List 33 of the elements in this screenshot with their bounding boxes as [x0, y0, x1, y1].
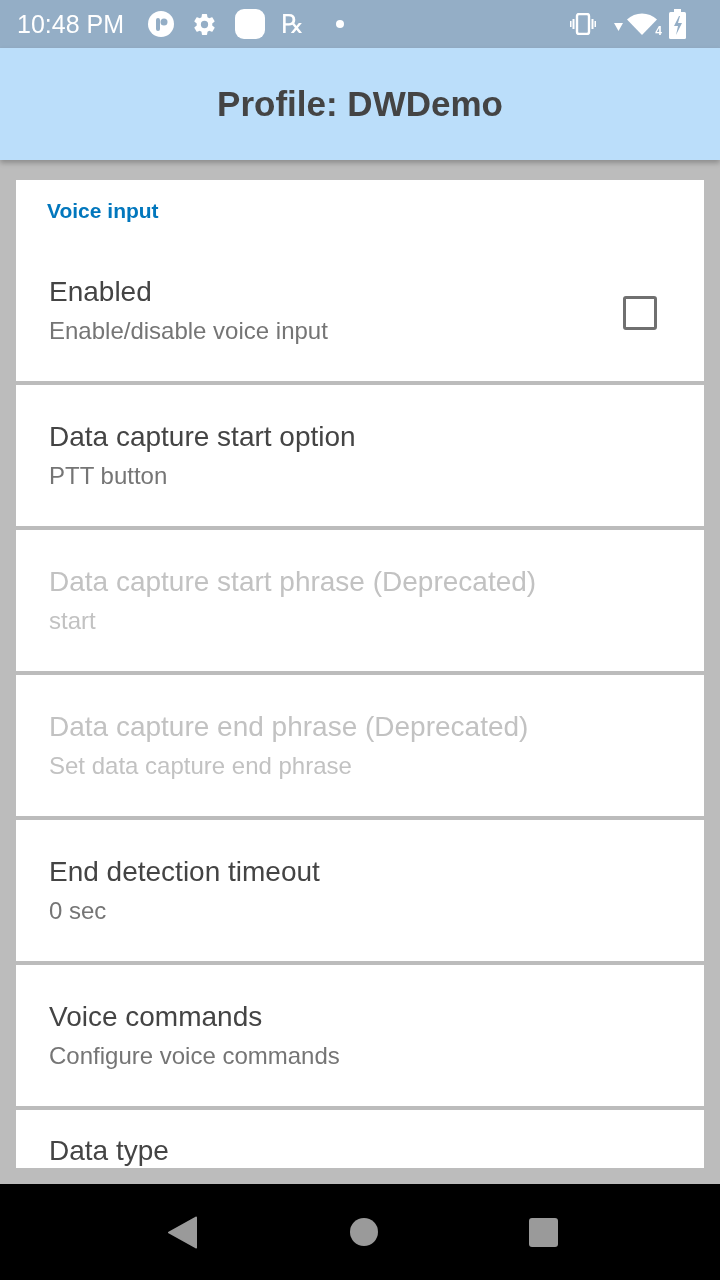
preference-summary: Set data capture end phrase: [49, 751, 353, 781]
preference-row[interactable]: Enabled Enable/disable voice input: [16, 240, 704, 381]
preference-title: Data capture start phrase (Deprecated): [49, 565, 538, 599]
checkbox[interactable]: [623, 295, 657, 330]
preference-title: Data capture end phrase (Deprecated): [49, 710, 530, 744]
preference-summary: Configure voice commands: [49, 1041, 341, 1071]
preference-title: Enabled: [49, 275, 153, 309]
preference-title: Data capture start option: [49, 420, 357, 454]
prescription-icon: ℞: [281, 9, 305, 39]
preference-title: End detection timeout: [49, 855, 321, 889]
preference-row[interactable]: Data type: [16, 1110, 704, 1168]
rounded-square-icon: [235, 9, 265, 39]
preference-summary: PTT button: [49, 461, 169, 491]
settings-icon: [192, 11, 217, 37]
app-notification-icon: [148, 11, 174, 37]
preference-row[interactable]: Data capture start option PTT button: [16, 385, 704, 526]
vibrate-icon: [570, 13, 596, 35]
preference-summary: Enable/disable voice input: [49, 316, 329, 346]
recents-icon[interactable]: [528, 1217, 558, 1247]
preference-row[interactable]: End detection timeout 0 sec: [16, 820, 704, 961]
preference-row[interactable]: Voice commands Configure voice commands: [16, 965, 704, 1106]
preference-title: Data type: [49, 1134, 170, 1168]
download-arrow-icon: [614, 23, 623, 31]
preference-summary: 0 sec: [49, 896, 108, 926]
status-time: 10:48 PM: [17, 9, 124, 39]
preference-summary: start: [49, 606, 97, 636]
battery-icon: [669, 9, 686, 39]
app-bar-title: Profile: DWDemo: [217, 84, 503, 124]
section-header: Voice input: [46, 198, 160, 224]
dot-icon: [336, 20, 345, 28]
back-icon[interactable]: [166, 1215, 198, 1249]
preference-title: Voice commands: [49, 1000, 264, 1034]
home-icon[interactable]: [349, 1218, 378, 1246]
